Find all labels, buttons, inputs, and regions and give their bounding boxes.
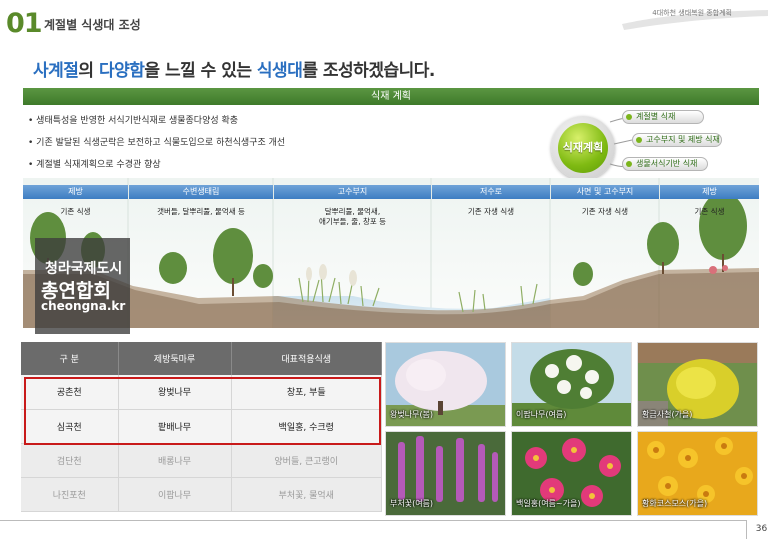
watermark: 청라국제도시 총연합회 cheongna.kr <box>35 238 130 334</box>
tag-bullet-icon <box>626 161 632 167</box>
headline-text: 을 느낄 수 있는 <box>144 61 257 81</box>
headline-keyword-diversity: 다양함 <box>98 61 145 81</box>
zone-desc-levee-right: 기존 식생 <box>694 207 725 216</box>
table-header-representative-plants: 대표적용식생 <box>231 342 382 375</box>
zone-desc-low-channel: 기존 자생 식생 <box>467 207 515 216</box>
zone-header-floodplain: 고수부지 <box>274 185 431 199</box>
zone-header-levee-right: 제방 <box>660 185 759 199</box>
table-row: 검단천 배롱나무 양버들, 큰고랭이 <box>21 443 382 478</box>
photo-caption: 이팝나무(여름) <box>516 410 567 419</box>
photo-caption: 부처꽃(여름) <box>390 499 434 508</box>
tag-seasonal-planting: 계절별 식재 <box>622 110 704 124</box>
page-number: 36 <box>746 520 776 539</box>
photo-golden-euonymus: 황금사철(가을) <box>637 342 758 427</box>
headline-text: 의 <box>78 61 99 81</box>
tag-bullet-icon <box>626 114 632 120</box>
photo-caption: 백일홍(여름~가을) <box>516 499 581 508</box>
zone-desc-levee-left: 기존 식생 <box>60 207 91 216</box>
planting-plan-bar: 식재 계획 <box>23 88 759 105</box>
table-row: 나진포천 이팝나무 부처꽃, 물억새 <box>21 477 382 512</box>
bullet-item: 생태특성을 반영한 서식기반식재로 생물종다양성 확충 <box>28 115 528 137</box>
tag-floodplain-planting: 고수부지 및 제방 식재 <box>632 133 722 147</box>
zone-desc-floodplain: 달뿌리풀, 물억새, 애기부들, 줄, 창포 등 <box>318 207 387 226</box>
bullet-list: 생태특성을 반영한 서식기반식재로 생물종다양성 확충 기존 발달된 식생군락은… <box>28 115 528 181</box>
zone-header-levee-left: 제방 <box>23 185 128 199</box>
tag-label: 계절별 식재 <box>636 112 676 121</box>
zone-header-riparian-forest: 수변생태림 <box>129 185 273 199</box>
headline: 사계절의 다양함을 느낄 수 있는 식생대를 조성하겠습니다. <box>33 56 435 81</box>
zone-desc-riparian-forest: 갯버들, 달뿌리풀, 물억새 등 <box>157 207 245 216</box>
river-cross-section: 제방 수변생태림 고수부지 저수로 사면 및 고수부지 제방 기존 식생 갯버들… <box>23 178 759 328</box>
footer-divider <box>0 520 746 521</box>
zone-header-slope-floodplain: 사면 및 고수부지 <box>551 185 659 199</box>
cross-section-illustration <box>23 178 759 328</box>
bullet-item: 기존 발달된 식생군락은 보전하고 식물도입으로 하천식생구조 개선 <box>28 137 528 159</box>
section-title: 계절별 식생대 조성 <box>44 18 141 32</box>
tag-bullet-icon <box>636 137 642 143</box>
photo-loosestrife: 부처꽃(여름) <box>385 431 506 516</box>
watermark-url: cheongna.kr <box>41 299 126 313</box>
photo-caption: 황화코스모스(가을) <box>642 499 708 508</box>
photo-sulphur-cosmos: 황화코스모스(가을) <box>637 431 758 516</box>
zone-header-low-channel: 저수로 <box>432 185 550 199</box>
headline-text: 를 조성하겠습니다. <box>302 61 435 81</box>
tag-label: 고수부지 및 제방 식재 <box>646 135 720 144</box>
headline-keyword-vegetation: 식생대 <box>256 61 303 81</box>
table-header-category: 구 분 <box>21 342 119 375</box>
planting-circle: 식재계획 <box>558 123 608 173</box>
table-cell: 검단천 <box>21 443 119 478</box>
table-cell: 양버들, 큰고랭이 <box>231 443 382 478</box>
photo-caption: 황금사철(가을) <box>642 410 693 419</box>
photo-fringe-tree: 이팝나무(여름) <box>511 342 632 427</box>
table-cell: 부처꽃, 물억새 <box>231 477 382 512</box>
watermark-line: 청라국제도시 <box>45 261 123 277</box>
zone-desc-slope-floodplain: 기존 자생 식생 <box>581 207 629 216</box>
headline-keyword-seasons: 사계절 <box>33 61 79 81</box>
table-cell: 배롱나무 <box>118 443 232 478</box>
table-header-row: 구 분 제방둑마루 대표적용식생 <box>21 342 382 375</box>
photo-zinnia: 백일홍(여름~가을) <box>511 431 632 516</box>
photo-cherry-tree: 왕벚나무(봄) <box>385 342 506 427</box>
tag-label: 생물서식기반 식재 <box>636 159 698 168</box>
tag-habitat-planting: 생물서식기반 식재 <box>622 157 708 171</box>
photo-caption: 왕벚나무(봄) <box>390 410 434 419</box>
document-title: 4대하천 생태복원 종합계획 <box>652 9 732 17</box>
table-cell: 이팝나무 <box>118 477 232 512</box>
table-cell: 나진포천 <box>21 477 119 512</box>
highlight-box <box>24 377 381 445</box>
section-number: 01 <box>6 8 43 39</box>
table-header-levee-crest: 제방둑마루 <box>118 342 232 375</box>
